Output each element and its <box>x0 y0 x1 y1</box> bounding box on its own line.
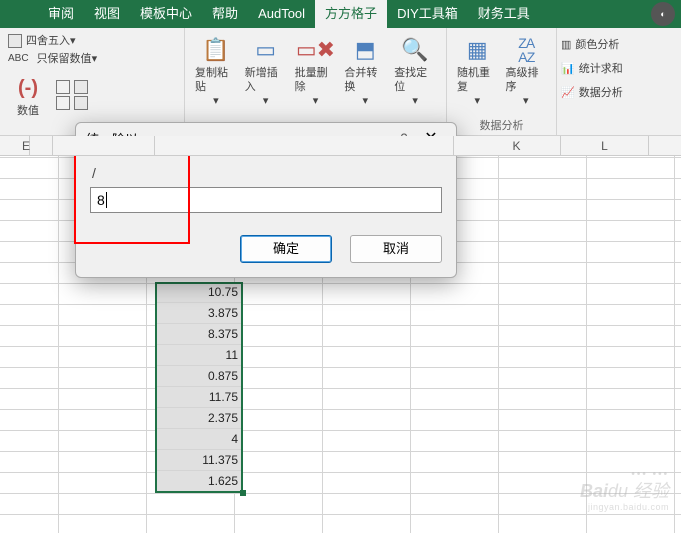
tab-view[interactable]: 视图 <box>84 0 130 28</box>
divisor-input[interactable]: 8 <box>90 187 442 213</box>
round-dropdown[interactable]: 四舍五入 ▾ <box>6 32 78 50</box>
tab-template-center[interactable]: 模板中心 <box>130 0 202 28</box>
color-analysis-button[interactable]: ▥颜色分析 <box>559 36 625 54</box>
cancel-button[interactable]: 取消 <box>350 235 442 263</box>
analysis-icon: 📈 <box>561 84 575 102</box>
ribbon: 四舍五入 ▾ ABC 只保留数值 ▾ (-) 数值 📋复制粘贴▾ ▭新增 <box>0 28 681 136</box>
sort-icon: Z AA Z <box>510 34 542 66</box>
insert-icon: ▭ <box>250 34 282 66</box>
tab-review[interactable]: 审阅 <box>38 0 84 28</box>
mini-toggle-2[interactable] <box>54 96 178 110</box>
stats-icon: 📊 <box>561 60 575 78</box>
ok-button[interactable]: 确定 <box>240 235 332 263</box>
random-dup-button[interactable]: ▦随机重复▾ <box>453 32 502 116</box>
grid-icon: ▦ <box>461 34 493 66</box>
col-header-k[interactable]: K <box>473 136 561 156</box>
cell-value[interactable]: 4 <box>155 429 243 450</box>
tab-help[interactable]: 帮助 <box>202 0 248 28</box>
numeric-button[interactable]: (-) 数值 <box>6 70 50 120</box>
delete-icon: ▭✖ <box>299 34 331 66</box>
col-header-l[interactable]: L <box>561 136 649 156</box>
clipboard-icon: 📋 <box>200 34 232 66</box>
keep-values-dropdown[interactable]: 只保留数值 ▾ <box>35 50 100 68</box>
copy-paste-button[interactable]: 📋复制粘贴▾ <box>191 32 241 116</box>
cell-value[interactable]: 10.75 <box>155 282 243 303</box>
stats-sum-button[interactable]: 📊统计求和 <box>559 60 625 78</box>
tab-bar: 审阅 视图 模板中心 帮助 AudTool 方方格子 DIY工具箱 财务工具 ◐ <box>0 0 681 28</box>
tab-finance-tools[interactable]: 财务工具 <box>468 0 540 28</box>
batch-delete-button[interactable]: ▭✖批量删除▾ <box>291 32 341 116</box>
find-locate-button[interactable]: 🔍查找定位▾ <box>390 32 440 116</box>
fill-handle[interactable] <box>240 490 246 496</box>
cell-value[interactable]: 0.875 <box>155 366 243 387</box>
cell-value[interactable]: 11.375 <box>155 450 243 471</box>
abc-icon: ABC <box>6 50 31 68</box>
tab-fanggezi[interactable]: 方方格子 <box>315 0 387 28</box>
watermark: ••• ••• Baidu Baidu 经验经验 jingyan.baidu.c… <box>580 467 669 515</box>
cell-value[interactable]: 2.375 <box>155 408 243 429</box>
group-data-analysis-label: 数据分析 <box>453 117 550 133</box>
operator-label: / <box>92 165 440 181</box>
mini-toggle-1[interactable] <box>54 80 178 94</box>
cell-value[interactable]: 3.875 <box>155 303 243 324</box>
palette-icon: ▥ <box>561 36 571 54</box>
cell-value[interactable]: 11 <box>155 345 243 366</box>
cell-value[interactable]: 8.375 <box>155 324 243 345</box>
col-header-e[interactable]: E <box>0 136 53 156</box>
paren-icon: (-) <box>12 72 44 104</box>
merge-icon: ⬒ <box>349 34 381 66</box>
merge-convert-button[interactable]: ⬒合并转换▾ <box>340 32 390 116</box>
advanced-sort-button[interactable]: Z AA Z高级排序▾ <box>502 32 551 116</box>
new-insert-button[interactable]: ▭新增插入▾ <box>241 32 291 116</box>
profile-avatar[interactable]: ◐ <box>651 2 675 26</box>
tab-diy-toolbox[interactable]: DIY工具箱 <box>387 0 468 28</box>
cell-value[interactable]: 1.625 <box>155 471 243 492</box>
search-icon: 🔍 <box>399 34 431 66</box>
cell-value[interactable]: 11.75 <box>155 387 243 408</box>
tab-audtool[interactable]: AudTool <box>248 0 315 28</box>
data-analysis-button[interactable]: 📈数据分析 <box>559 84 625 102</box>
